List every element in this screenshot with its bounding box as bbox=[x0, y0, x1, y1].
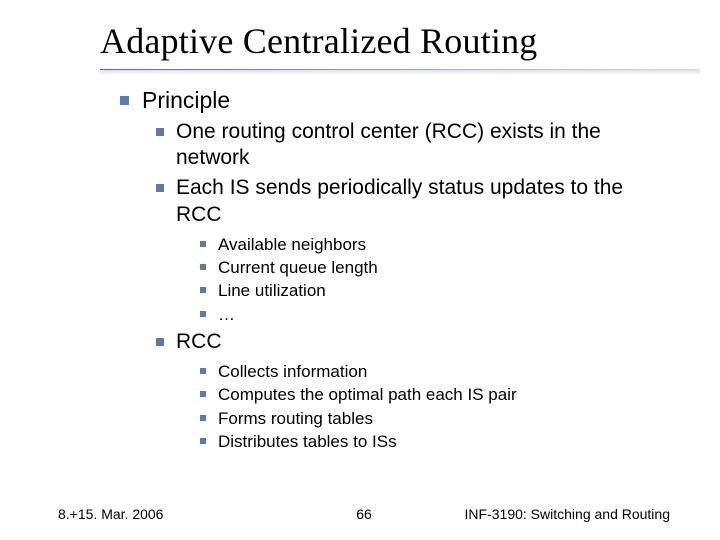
list-item: Line utilization bbox=[200, 280, 660, 301]
bullet-icon bbox=[200, 415, 206, 421]
footer: 8.+15. Mar. 2006 66 INF-3190: Switching … bbox=[58, 506, 670, 522]
bullet-icon bbox=[120, 96, 129, 105]
list-item: Each IS sends periodically status update… bbox=[156, 175, 660, 325]
bullet-label: Principle bbox=[142, 87, 230, 113]
content-area: Principle One routing control center (RC… bbox=[120, 86, 660, 458]
bullet-label: One routing control center (RCC) exists … bbox=[176, 120, 601, 169]
title-shadow bbox=[100, 70, 700, 75]
list-item: Distributes tables to ISs bbox=[200, 431, 660, 452]
list-item: Computes the optimal path each IS pair bbox=[200, 384, 660, 405]
bullet-list-l2: One routing control center (RCC) exists … bbox=[156, 119, 660, 452]
list-item: Current queue length bbox=[200, 257, 660, 278]
bullet-icon bbox=[156, 128, 164, 136]
bullet-label: Computes the optimal path each IS pair bbox=[218, 385, 517, 404]
bullet-label: Distributes tables to ISs bbox=[218, 432, 397, 451]
bullet-icon bbox=[200, 287, 206, 293]
list-item: … bbox=[200, 304, 660, 325]
bullet-label: Line utilization bbox=[218, 281, 326, 300]
footer-date: 8.+15. Mar. 2006 bbox=[58, 506, 163, 522]
bullet-label: RCC bbox=[176, 330, 222, 353]
list-item: One routing control center (RCC) exists … bbox=[156, 119, 660, 172]
bullet-list-l3: Collects information Computes the optima… bbox=[200, 361, 660, 452]
bullet-label: … bbox=[218, 305, 235, 324]
bullet-icon bbox=[200, 241, 206, 247]
bullet-label: Current queue length bbox=[218, 258, 378, 277]
slide: { "title": "Adaptive Centralized Routing… bbox=[0, 0, 720, 540]
footer-course: INF-3190: Switching and Routing bbox=[465, 506, 670, 522]
bullet-icon bbox=[156, 184, 164, 192]
slide-title: Adaptive Centralized Routing bbox=[100, 20, 700, 68]
list-item: Forms routing tables bbox=[200, 408, 660, 429]
bullet-label: Collects information bbox=[218, 362, 367, 381]
bullet-label: Forms routing tables bbox=[218, 409, 373, 428]
bullet-label: Available neighbors bbox=[218, 235, 366, 254]
bullet-list-l1: Principle One routing control center (RC… bbox=[120, 86, 660, 452]
bullet-icon bbox=[200, 391, 206, 397]
bullet-icon bbox=[200, 368, 206, 374]
footer-page-number: 66 bbox=[356, 506, 372, 522]
bullet-icon bbox=[200, 311, 206, 317]
list-item: RCC Collects information Computes the op… bbox=[156, 329, 660, 452]
list-item: Collects information bbox=[200, 361, 660, 382]
bullet-icon bbox=[200, 438, 206, 444]
bullet-label: Each IS sends periodically status update… bbox=[176, 176, 623, 225]
title-area: Adaptive Centralized Routing bbox=[100, 20, 700, 68]
list-item: Available neighbors bbox=[200, 234, 660, 255]
list-item: Principle One routing control center (RC… bbox=[120, 86, 660, 452]
bullet-icon bbox=[200, 264, 206, 270]
bullet-icon bbox=[156, 338, 164, 346]
bullet-list-l3: Available neighbors Current queue length… bbox=[200, 234, 660, 325]
